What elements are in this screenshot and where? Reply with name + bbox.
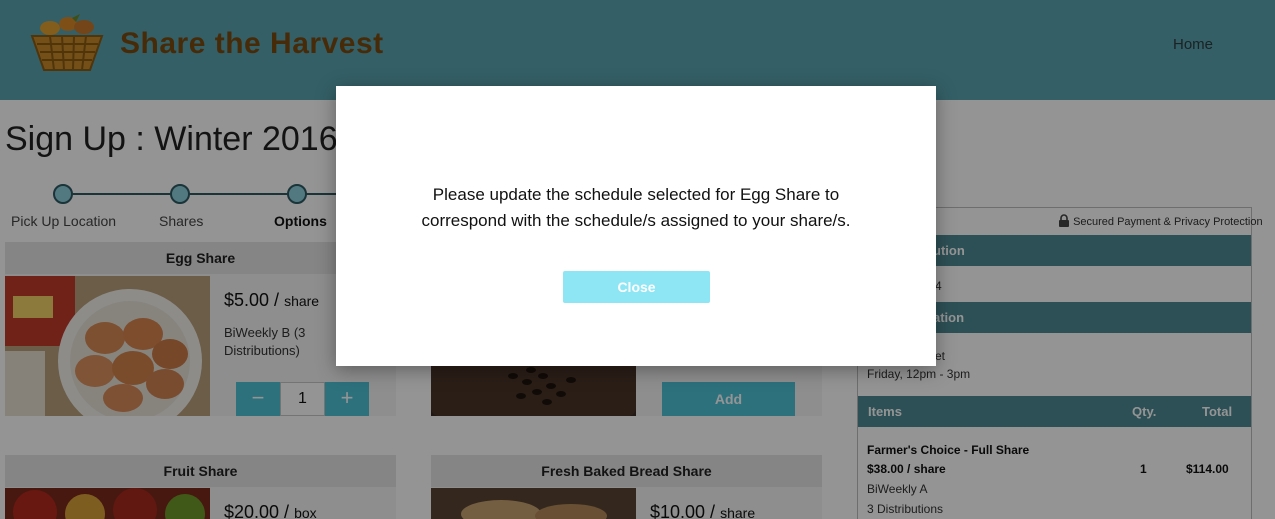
dialog-message-line: Please update the schedule selected for … [432,185,840,204]
close-button[interactable]: Close [563,271,710,303]
dialog-message: Please update the schedule selected for … [356,182,916,234]
schedule-warning-dialog: Please update the schedule selected for … [336,86,936,366]
dialog-message-line: correspond with the schedule/s assigned … [421,211,851,230]
